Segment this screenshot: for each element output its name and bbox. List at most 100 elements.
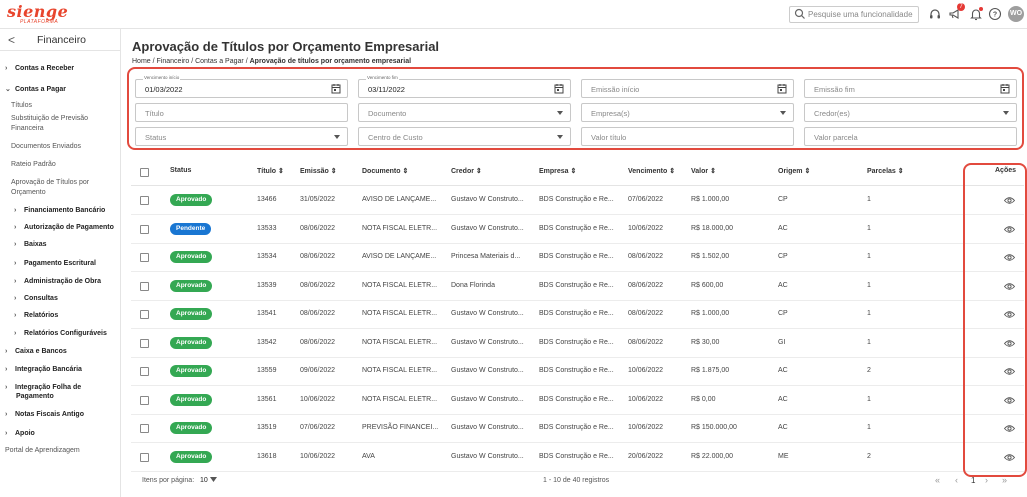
sidebar-item[interactable]: Títulos [11, 102, 32, 109]
breadcrumb-contas-a-pagar[interactable]: Contas a Pagar [195, 58, 244, 65]
cell-titulo: 13534 [257, 253, 277, 260]
titulo-field[interactable]: Título [135, 103, 348, 122]
sidebar-item[interactable]: Portal de Aprendizagem [5, 447, 80, 454]
sidebar-item[interactable]: › Consultas [14, 295, 58, 302]
row-checkbox[interactable] [140, 224, 149, 234]
breadcrumb-financeiro[interactable]: Financeiro [157, 58, 190, 65]
col-origem[interactable]: Origem ⇕ [778, 167, 810, 175]
valor-parcela-field[interactable]: Valor parcela [804, 127, 1017, 146]
first-page-button[interactable]: « [935, 475, 940, 485]
emissao-inicio-field[interactable]: Emissão início [581, 79, 794, 98]
documento-select[interactable]: Documento [358, 103, 571, 122]
sidebar-item[interactable]: Pagamento [16, 393, 54, 400]
table-row[interactable]: Aprovado 13466 31/05/2022 AVISO DE LANÇAME.… [131, 186, 1024, 215]
row-checkbox[interactable] [140, 338, 149, 348]
breadcrumb-home[interactable]: Home [132, 58, 151, 65]
col-valor[interactable]: Valor ⇕ [691, 167, 716, 175]
col-status[interactable]: Status [170, 167, 191, 174]
sidebar-item[interactable]: › Pagamento Escritural [14, 260, 96, 267]
row-checkbox[interactable] [140, 395, 149, 405]
back-chevron-icon[interactable]: < [8, 33, 15, 47]
table-row[interactable]: Aprovado 13559 09/06/2022 NOTA FISCAL ELETR… [131, 357, 1024, 386]
select-all-checkbox[interactable] [140, 168, 149, 177]
prev-page-button[interactable]: ‹ [955, 475, 958, 485]
empresas-placeholder: Empresa(s) [591, 109, 630, 118]
calendar-icon[interactable] [777, 83, 787, 94]
sidebar-item[interactable]: Substituição de Previsão [11, 115, 88, 122]
col-parcelas[interactable]: Parcelas ⇕ [867, 167, 904, 175]
row-checkbox[interactable] [140, 452, 149, 462]
table-row[interactable]: Pendente 13533 08/06/2022 NOTA FISCAL ELETR… [131, 215, 1024, 244]
calendar-icon[interactable] [331, 83, 341, 94]
search-input[interactable]: Pesquise uma funcionalidade [789, 6, 919, 23]
calendar-icon[interactable] [1000, 83, 1010, 94]
table-row[interactable]: Aprovado 13541 08/06/2022 NOTA FISCAL ELETR… [131, 300, 1024, 329]
sidebar-item[interactable]: › Integração Folha de [5, 384, 81, 391]
cell-valor: R$ 0,00 [691, 395, 716, 403]
col-vencimento[interactable]: Vencimento ⇕ [628, 167, 675, 175]
col-credor[interactable]: Credor ⇕ [451, 167, 482, 175]
sidebar-item[interactable]: › Caixa e Bancos [5, 348, 67, 355]
sidebar-item[interactable]: Aprovação de Títulos por [11, 179, 89, 186]
vencimento-inicio-field[interactable]: Vencimento início 01/03/2022 [135, 75, 348, 98]
cell-credor: Gustavo W Construto... [451, 310, 524, 317]
per-page-select[interactable]: 10 [200, 477, 217, 484]
col-emissao[interactable]: Emissão ⇕ [300, 167, 337, 175]
status-badge: Aprovado [170, 422, 213, 434]
sidebar-item[interactable]: › Relatórios [14, 312, 58, 319]
row-checkbox[interactable] [140, 196, 149, 205]
table-row[interactable]: Aprovado 13542 08/06/2022 NOTA FISCAL ELETR… [131, 329, 1024, 358]
sidebar-item[interactable]: Rateio Padrão [11, 161, 56, 168]
row-checkbox[interactable] [140, 424, 149, 433]
status-select[interactable]: Status [135, 127, 348, 146]
headset-icon[interactable] [928, 7, 942, 21]
cell-origem: AC [778, 281, 788, 289]
sidebar-item[interactable]: › Relatórios Configuráveis [14, 330, 107, 337]
table-row[interactable]: Aprovado 13539 08/06/2022 NOTA FISCAL ELETR… [131, 272, 1024, 301]
vencimento-fim-field[interactable]: Vencimento fim 03/11/2022 [358, 75, 571, 98]
sidebar-item[interactable]: › Integração Bancária [5, 366, 82, 373]
sidebar-item[interactable]: Financeira [11, 125, 44, 132]
table-row[interactable]: Aprovado 13534 08/06/2022 AVISO DE LANÇAME.… [131, 243, 1024, 272]
emissao-fim-field[interactable]: Emissão fim [804, 79, 1017, 98]
row-checkbox[interactable] [140, 281, 149, 291]
table-row[interactable]: Aprovado 13519 07/06/2022 PREVISÃO FINANCEI… [131, 414, 1024, 443]
cell-titulo: 13618 [257, 452, 277, 460]
sidebar-item[interactable]: › Notas Fiscais Antigo [5, 411, 84, 418]
row-checkbox[interactable] [140, 253, 149, 262]
current-page[interactable]: 1 [971, 476, 975, 485]
table-row[interactable]: Aprovado 13618 10/06/2022 AVA Gustavo W Cons… [131, 443, 1024, 472]
cell-valor: R$ 1.502,00 [691, 253, 730, 260]
row-checkbox[interactable] [140, 310, 149, 319]
row-checkbox[interactable] [140, 367, 149, 376]
valor-titulo-field[interactable]: Valor título [581, 127, 794, 146]
filter-panel-highlight: Vencimento início 01/03/2022 Vencimento … [127, 67, 1024, 150]
user-avatar[interactable]: WO [1008, 6, 1024, 22]
col-empresa[interactable]: Empresa ⇕ [539, 167, 576, 175]
table-row[interactable]: Aprovado 13561 10/06/2022 NOTA FISCAL ELETR… [131, 386, 1024, 415]
sidebar-item[interactable]: Orçamento [11, 189, 46, 196]
help-icon[interactable]: ? [988, 7, 1002, 21]
sidebar-item[interactable]: › Administração de Obra [14, 278, 101, 285]
credores-select[interactable]: Credor(es) [804, 103, 1017, 122]
sidebar-item[interactable]: ⌄ Contas a Pagar [5, 85, 66, 93]
cell-empresa: BDS Construção e Re... [539, 424, 614, 431]
cell-vencimento: 10/06/2022 [628, 395, 664, 403]
valor-titulo-placeholder: Valor título [591, 133, 627, 142]
sidebar: < Financeiro › Contas a Receber ⌄ Contas a … [0, 29, 121, 497]
col-documento[interactable]: Documento ⇕ [362, 167, 408, 175]
cell-vencimento: 07/06/2022 [628, 196, 664, 203]
calendar-icon[interactable] [554, 83, 564, 94]
chevron-down-icon: ⌄ [5, 86, 11, 93]
sienge-logo[interactable]: sienge PLATAFORMA [7, 2, 68, 28]
sidebar-item[interactable]: › Contas a Receber [5, 65, 74, 72]
centro-custo-select[interactable]: Centro de Custo [358, 127, 571, 146]
col-titulo[interactable]: Título ⇕ [257, 167, 284, 175]
status-badge: Aprovado [170, 194, 213, 206]
sidebar-item[interactable]: › Financiamento Bancário [14, 207, 105, 214]
sidebar-item[interactable]: › Apoio [5, 430, 35, 437]
sidebar-item[interactable]: › Autorização de Pagamento [14, 224, 114, 231]
sidebar-item[interactable]: › Baixas [14, 241, 47, 248]
sidebar-item[interactable]: Documentos Enviados [11, 143, 81, 150]
empresas-select[interactable]: Empresa(s) [581, 103, 794, 122]
